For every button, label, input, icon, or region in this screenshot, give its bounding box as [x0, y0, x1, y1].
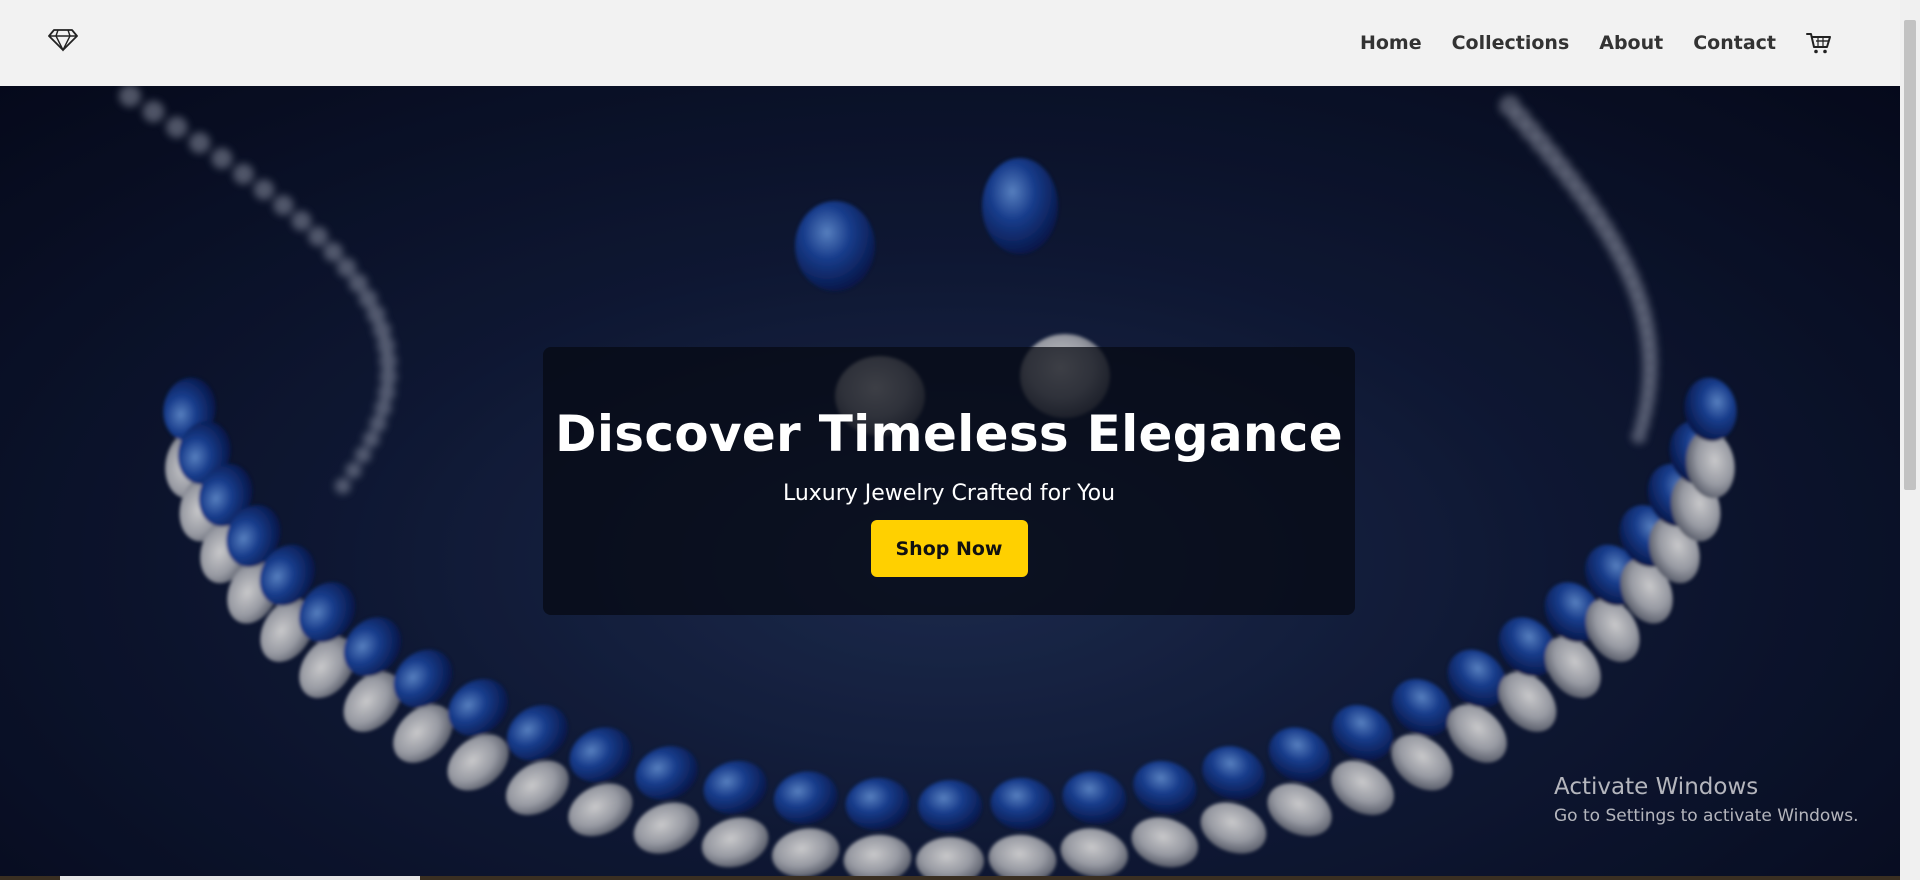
watermark-title: Activate Windows [1554, 774, 1759, 800]
cart-icon[interactable] [1806, 31, 1832, 55]
hero-subtitle: Luxury Jewelry Crafted for You [782, 481, 1116, 506]
watermark-subtitle: Go to Settings to activate Windows. [1554, 806, 1859, 826]
nav-contact-link[interactable]: Contact [1693, 32, 1776, 54]
taskbar-highlight [60, 876, 420, 880]
hero-title: Discover Timeless Elegance [555, 405, 1343, 463]
vertical-scrollbar[interactable] [1900, 0, 1920, 880]
main-nav: Home Collections About Contact [1330, 0, 1832, 86]
site-header: Home Collections About Contact [0, 0, 1900, 86]
windows-activation-watermark: Activate Windows Go to Settings to activ… [1554, 774, 1859, 826]
nav-collections-link[interactable]: Collections [1452, 32, 1570, 54]
scrollbar-thumb[interactable] [1904, 20, 1916, 490]
nav-about-link[interactable]: About [1599, 32, 1663, 54]
nav-home-link[interactable]: Home [1360, 32, 1422, 54]
hero-section: Discover Timeless Elegance Luxury Jewelr… [0, 86, 1900, 880]
hero-card: Discover Timeless Elegance Luxury Jewelr… [543, 347, 1355, 615]
diamond-icon[interactable] [48, 28, 78, 52]
shop-now-button[interactable]: Shop Now [870, 520, 1028, 577]
